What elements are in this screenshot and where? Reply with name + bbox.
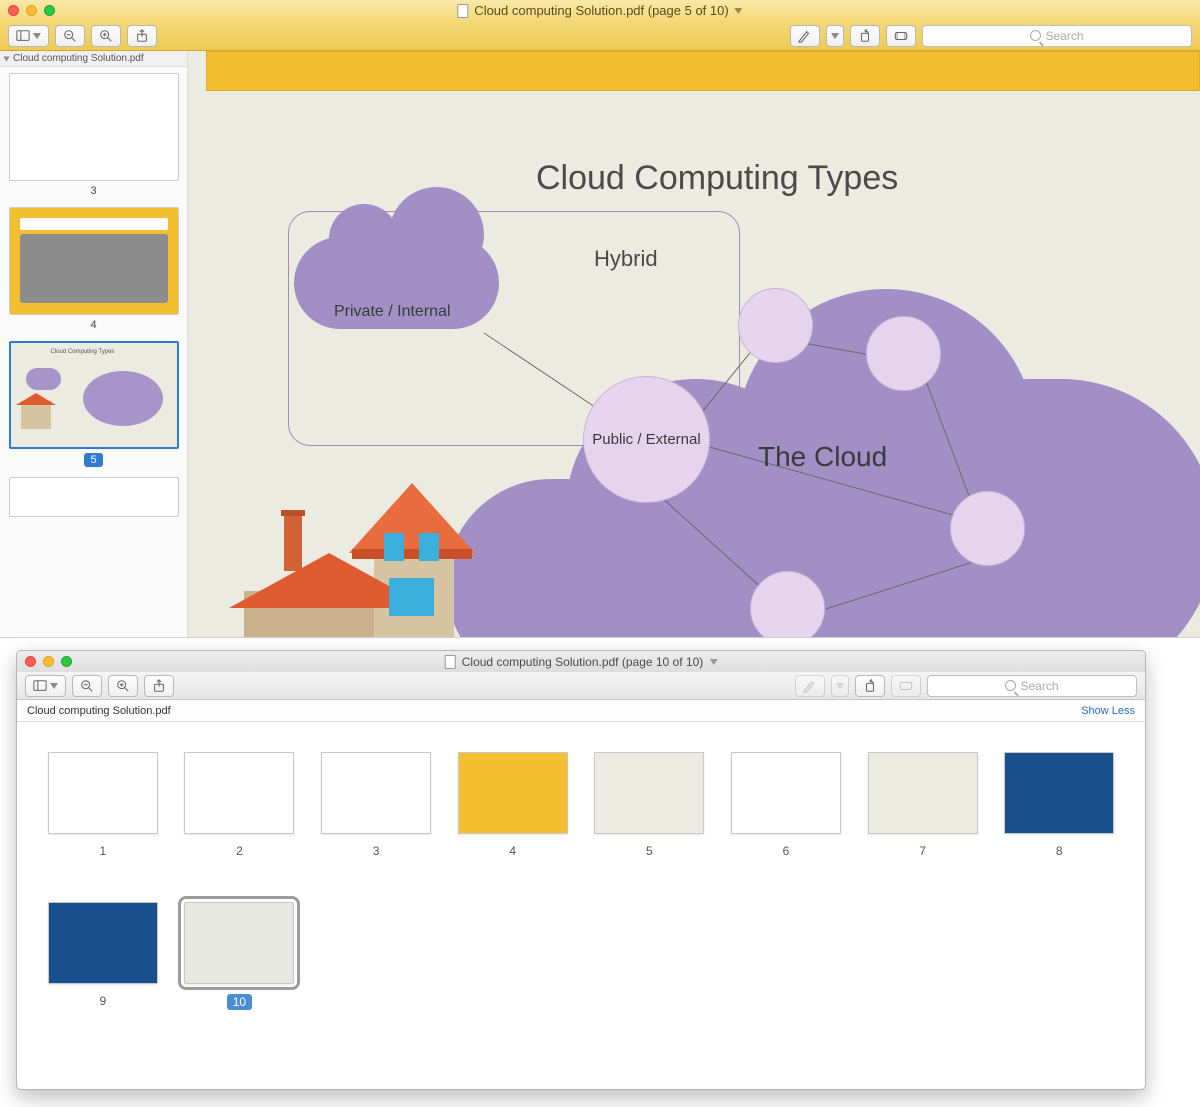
zoom-in-button[interactable] — [108, 675, 138, 697]
close-window-icon[interactable] — [8, 5, 19, 16]
rotate-button[interactable] — [850, 25, 880, 47]
titlebar: Cloud computing Solution.pdf (page 5 of … — [0, 0, 1200, 21]
chevron-down-icon — [836, 683, 844, 689]
thumbnail-page-3[interactable]: 3 — [310, 752, 442, 882]
maximize-window-icon[interactable] — [44, 5, 55, 16]
sidebar-title: Cloud computing Solution.pdf — [13, 53, 144, 64]
share-button[interactable] — [127, 25, 157, 47]
search-input[interactable]: Search — [927, 675, 1137, 697]
thumbnail-page-4[interactable]: 4 — [9, 207, 179, 331]
thumbnail-page-3[interactable]: 3 — [9, 73, 179, 197]
traffic-lights — [25, 656, 72, 667]
maximize-window-icon[interactable] — [61, 656, 72, 667]
thumbnail-page-1[interactable]: 1 — [37, 752, 169, 882]
thumbnail-page-10[interactable]: 10 — [174, 902, 306, 1032]
thumbnail-page-2[interactable]: 2 — [174, 752, 306, 882]
zoom-in-button[interactable] — [91, 25, 121, 47]
search-placeholder: Search — [1020, 679, 1058, 693]
zoom-out-button[interactable] — [72, 675, 102, 697]
document-icon — [457, 4, 468, 18]
rotate-button[interactable] — [855, 675, 885, 697]
chevron-down-icon[interactable] — [709, 659, 717, 665]
thumbnail-page-5[interactable]: 5 — [584, 752, 716, 882]
title-text: Cloud computing Solution.pdf (page 5 of … — [474, 3, 728, 18]
sidebar-header[interactable]: Cloud computing Solution.pdf — [0, 51, 187, 67]
chevron-down-icon — [831, 33, 839, 39]
search-input[interactable]: Search — [922, 25, 1192, 47]
markup-menu-button — [831, 675, 849, 697]
search-placeholder: Search — [1045, 29, 1083, 43]
document-canvas[interactable]: Cloud Computing Types Hybrid Private / I… — [188, 51, 1200, 637]
cloud-node — [738, 288, 813, 363]
thumbnail-list: 34Cloud Computing Types5 — [0, 67, 187, 533]
doc-name: Cloud computing Solution.pdf — [27, 705, 171, 717]
chevron-down-icon[interactable] — [735, 8, 743, 14]
diagram-title: Cloud Computing Types — [536, 159, 898, 198]
titlebar: Cloud computing Solution.pdf (page 10 of… — [17, 651, 1145, 672]
thumbnail-page-4[interactable]: 4 — [447, 752, 579, 882]
cloud-node — [750, 571, 825, 637]
show-less-link[interactable]: Show Less — [1081, 705, 1135, 717]
window-body: Cloud computing Solution.pdf 34Cloud Com… — [0, 51, 1200, 637]
document-icon — [445, 655, 456, 669]
page-top-band — [206, 51, 1200, 91]
window-title[interactable]: Cloud computing Solution.pdf (page 10 of… — [445, 655, 718, 669]
zoom-out-button[interactable] — [55, 25, 85, 47]
search-icon — [1030, 30, 1041, 41]
toolbar: Search — [17, 672, 1145, 700]
markup-toolbar-button — [891, 675, 921, 697]
markup-toolbar-button[interactable] — [886, 25, 916, 47]
share-button[interactable] — [144, 675, 174, 697]
title-text: Cloud computing Solution.pdf (page 10 of… — [462, 655, 704, 669]
private-label: Private / Internal — [334, 303, 451, 321]
sidebar-toggle-button[interactable] — [25, 675, 66, 697]
thumbnail-page-6[interactable]: 6 — [720, 752, 852, 882]
diagram-area: Cloud Computing Types Hybrid Private / I… — [206, 91, 1200, 637]
markup-button — [795, 675, 825, 697]
cloud-label: The Cloud — [758, 441, 887, 473]
thumbnail-page-8[interactable]: 8 — [993, 752, 1125, 882]
window-title[interactable]: Cloud computing Solution.pdf (page 5 of … — [457, 3, 742, 18]
markup-button[interactable] — [790, 25, 820, 47]
close-window-icon[interactable] — [25, 656, 36, 667]
hybrid-label: Hybrid — [594, 246, 658, 272]
search-icon — [1005, 680, 1016, 691]
thumbnail-page-7[interactable]: 7 — [857, 752, 989, 882]
markup-menu-button[interactable] — [826, 25, 844, 47]
chevron-down-icon — [50, 683, 58, 689]
house-illustration — [234, 491, 450, 637]
thumbnail-page-5[interactable]: Cloud Computing Types5 — [9, 341, 179, 467]
thumbnail-sidebar[interactable]: Cloud computing Solution.pdf 34Cloud Com… — [0, 51, 188, 637]
cloud-node — [866, 316, 941, 391]
thumbnail-page-6[interactable] — [9, 477, 179, 517]
minimize-window-icon[interactable] — [43, 656, 54, 667]
minimize-window-icon[interactable] — [26, 5, 37, 16]
sidebar-toggle-button[interactable] — [8, 25, 49, 47]
chevron-down-icon — [33, 33, 41, 39]
cloud-node — [950, 491, 1025, 566]
preview-window-1: Cloud computing Solution.pdf (page 5 of … — [0, 0, 1200, 638]
public-node: Public / External — [583, 376, 710, 503]
disclosure-triangle-icon[interactable] — [4, 56, 10, 61]
thumbnail-page-9[interactable]: 9 — [37, 902, 169, 1032]
toolbar: Search — [0, 21, 1200, 51]
contact-sheet-header: Cloud computing Solution.pdf Show Less — [17, 700, 1145, 722]
traffic-lights — [8, 5, 55, 16]
thumbnail-grid: 12345678 910 — [17, 722, 1145, 1062]
preview-window-2: Cloud computing Solution.pdf (page 10 of… — [16, 650, 1146, 1090]
